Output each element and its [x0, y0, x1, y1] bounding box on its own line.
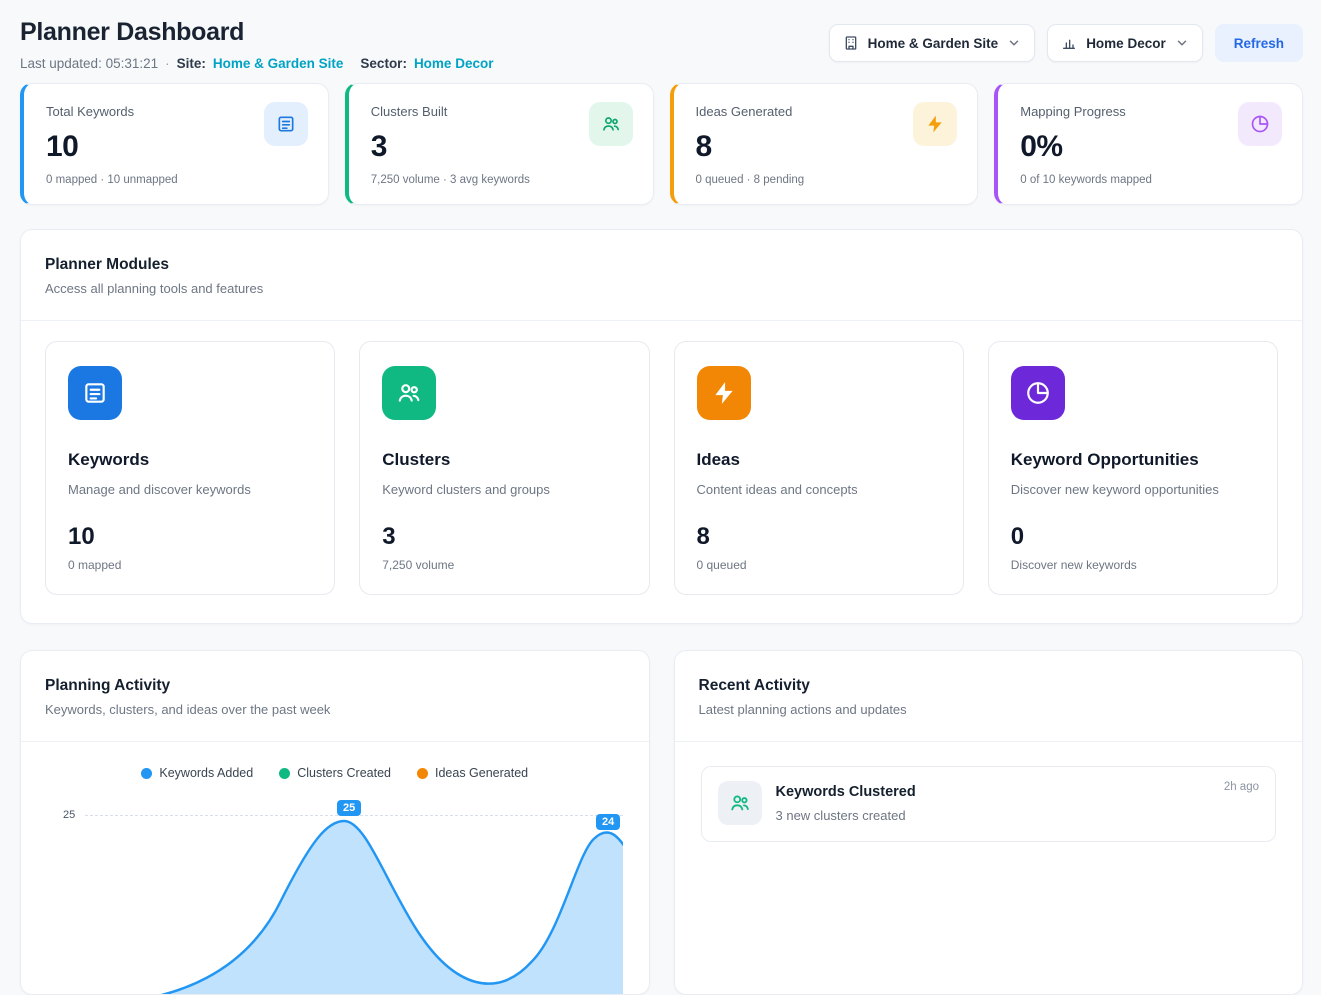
activity-timestamp: 2h ago [1224, 781, 1259, 793]
chevron-down-icon [1175, 36, 1189, 50]
module-title: Ideas [697, 450, 941, 470]
stat-subtitle: 0 of 10 keywords mapped [1020, 174, 1282, 186]
activity-description: 3 new clusters created [776, 808, 916, 823]
chart-legend: Keywords Added Clusters Created Ideas Ge… [45, 766, 625, 780]
module-subtitle: Discover new keywords [1011, 558, 1255, 572]
planning-activity-subtitle: Keywords, clusters, and ideas over the p… [45, 702, 625, 717]
planning-activity-chart: Keywords Added Clusters Created Ideas Ge… [21, 742, 649, 994]
module-description: Keyword clusters and groups [382, 482, 626, 497]
chevron-down-icon [1007, 36, 1021, 50]
module-value: 0 [1011, 523, 1255, 551]
recent-activity-subtitle: Latest planning actions and updates [699, 702, 1279, 717]
module-subtitle: 0 mapped [68, 558, 312, 572]
page-title: Planner Dashboard [20, 18, 493, 47]
planning-activity-panel: Planning Activity Keywords, clusters, an… [20, 650, 650, 995]
activity-title: Keywords Clustered [776, 784, 916, 800]
site-link[interactable]: Home & Garden Site [213, 56, 344, 71]
activity-text: Keywords Clustered 3 new clusters create… [776, 781, 916, 823]
site-selector-dropdown[interactable]: Home & Garden Site [829, 24, 1036, 62]
module-description: Discover new keyword opportunities [1011, 482, 1255, 497]
planning-activity-title: Planning Activity [45, 677, 625, 695]
building-icon [843, 35, 859, 51]
sector-selector-dropdown[interactable]: Home Decor [1047, 24, 1203, 62]
document-icon [68, 366, 122, 420]
module-card-ideas[interactable]: Ideas Content ideas and concepts 8 0 que… [674, 341, 964, 595]
stat-subtitle: 0 mapped · 10 unmapped [46, 174, 308, 186]
bolt-icon [697, 366, 751, 420]
sector-label: Sector: [360, 56, 407, 71]
site-selector-value: Home & Garden Site [868, 36, 999, 51]
planner-dashboard-page: Planner Dashboard Last updated: 05:31:21… [0, 0, 1321, 995]
module-value: 10 [68, 523, 312, 551]
module-description: Content ideas and concepts [697, 482, 941, 497]
modules-header: Planner Modules Access all planning tool… [21, 230, 1302, 321]
last-updated-text: Last updated: 05:31:21 [20, 56, 158, 71]
bar-chart-icon [1061, 35, 1077, 51]
module-title: Keywords [68, 450, 312, 470]
module-title: Keyword Opportunities [1011, 450, 1255, 470]
stat-card-ideas-generated: Ideas Generated 8 0 queued · 8 pending [670, 83, 979, 205]
modules-grid: Keywords Manage and discover keywords 10… [21, 321, 1302, 623]
users-icon [589, 102, 633, 146]
module-subtitle: 0 queued [697, 558, 941, 572]
stat-card-clusters-built: Clusters Built 3 7,250 volume · 3 avg ke… [345, 83, 654, 205]
legend-label: Keywords Added [159, 766, 253, 780]
header-controls: Home & Garden Site Home Decor Refresh [829, 18, 1303, 62]
stat-card-mapping-progress: Mapping Progress 0% 0 of 10 keywords map… [994, 83, 1303, 205]
users-icon [382, 366, 436, 420]
planning-activity-header: Planning Activity Keywords, clusters, an… [21, 651, 649, 742]
bottom-grid: Planning Activity Keywords, clusters, an… [20, 650, 1303, 995]
stat-card-total-keywords: Total Keywords 10 0 mapped · 10 unmapped [20, 83, 329, 205]
data-point-label: 25 [337, 800, 361, 816]
module-value: 8 [697, 523, 941, 551]
modules-subtitle: Access all planning tools and features [45, 281, 1278, 296]
area-chart[interactable]: 25 25 24 [45, 794, 625, 994]
module-subtitle: 7,250 volume [382, 558, 626, 572]
legend-label: Clusters Created [297, 766, 391, 780]
activity-list: Keywords Clustered 3 new clusters create… [675, 742, 1303, 866]
module-card-clusters[interactable]: Clusters Keyword clusters and groups 3 7… [359, 341, 649, 595]
y-axis-tick: 25 [63, 809, 75, 821]
legend-dot [141, 768, 152, 779]
recent-activity-panel: Recent Activity Latest planning actions … [674, 650, 1304, 995]
meta-separator: · [165, 56, 170, 71]
legend-label: Ideas Generated [435, 766, 528, 780]
legend-dot [279, 768, 290, 779]
bolt-icon [913, 102, 957, 146]
recent-activity-header: Recent Activity Latest planning actions … [675, 651, 1303, 742]
pie-chart-icon [1011, 366, 1065, 420]
header-left: Planner Dashboard Last updated: 05:31:21… [20, 18, 493, 71]
planner-modules-panel: Planner Modules Access all planning tool… [20, 229, 1303, 624]
module-card-keywords[interactable]: Keywords Manage and discover keywords 10… [45, 341, 335, 595]
stats-row: Total Keywords 10 0 mapped · 10 unmapped… [20, 83, 1303, 205]
recent-activity-title: Recent Activity [699, 677, 1279, 695]
pie-chart-icon [1238, 102, 1282, 146]
data-point-label: 24 [596, 814, 620, 830]
modules-title: Planner Modules [45, 256, 1278, 274]
module-value: 3 [382, 523, 626, 551]
users-icon [718, 781, 762, 825]
stat-subtitle: 7,250 volume · 3 avg keywords [371, 174, 633, 186]
site-label: Site: [177, 56, 206, 71]
document-icon [264, 102, 308, 146]
page-header: Planner Dashboard Last updated: 05:31:21… [20, 18, 1303, 71]
module-description: Manage and discover keywords [68, 482, 312, 497]
legend-item-clusters-created: Clusters Created [279, 766, 391, 780]
sector-link[interactable]: Home Decor [414, 56, 494, 71]
sector-selector-value: Home Decor [1086, 36, 1166, 51]
keywords-added-series [85, 794, 623, 994]
refresh-button[interactable]: Refresh [1215, 24, 1303, 62]
module-card-keyword-opportunities[interactable]: Keyword Opportunities Discover new keywo… [988, 341, 1278, 595]
legend-item-keywords-added: Keywords Added [141, 766, 253, 780]
stat-subtitle: 0 queued · 8 pending [696, 174, 958, 186]
module-title: Clusters [382, 450, 626, 470]
meta-row: Last updated: 05:31:21 · Site: Home & Ga… [20, 56, 493, 71]
legend-item-ideas-generated: Ideas Generated [417, 766, 528, 780]
legend-dot [417, 768, 428, 779]
activity-item-keywords-clustered[interactable]: Keywords Clustered 3 new clusters create… [701, 766, 1277, 842]
